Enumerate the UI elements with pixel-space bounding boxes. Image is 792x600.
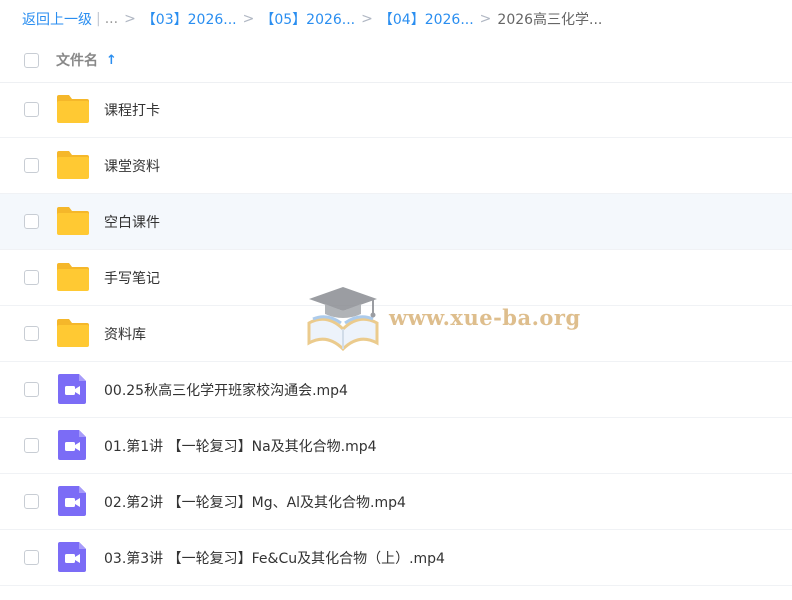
file-name[interactable]: 课堂资料	[104, 156, 160, 176]
list-item[interactable]: 02.第2讲 【一轮复习】Mg、Al及其化合物.mp4	[0, 474, 792, 530]
file-list: 课程打卡 课堂资料 空白课件 手写笔记 资料库 00.25秋高三化学开班家校沟通	[0, 82, 792, 586]
file-name[interactable]: 空白课件	[104, 212, 160, 232]
file-name[interactable]: 03.第3讲 【一轮复习】Fe&Cu及其化合物（上）.mp4	[104, 548, 445, 568]
file-name[interactable]: 手写笔记	[104, 268, 160, 288]
file-name[interactable]: 00.25秋高三化学开班家校沟通会.mp4	[104, 380, 348, 400]
breadcrumb-separator: >	[124, 11, 136, 27]
list-item[interactable]: 课堂资料	[0, 138, 792, 194]
list-item[interactable]: 03.第3讲 【一轮复习】Fe&Cu及其化合物（上）.mp4	[0, 530, 792, 586]
row-checkbox[interactable]	[24, 270, 39, 285]
filename-column-label: 文件名	[56, 53, 98, 69]
list-item[interactable]: 01.第1讲 【一轮复习】Na及其化合物.mp4	[0, 418, 792, 474]
row-checkbox[interactable]	[24, 382, 39, 397]
video-file-icon	[55, 428, 91, 462]
list-item[interactable]: 资料库	[0, 306, 792, 362]
select-all-checkbox[interactable]	[24, 52, 39, 68]
row-checkbox[interactable]	[24, 214, 39, 229]
folder-icon	[55, 92, 91, 126]
breadcrumb-separator: >	[361, 11, 373, 27]
breadcrumb-item-1[interactable]: 【03】2026...	[142, 9, 237, 29]
breadcrumb-separator: >	[479, 11, 492, 27]
breadcrumb-current: 2026高三化学...	[497, 12, 603, 28]
list-item[interactable]: 00.25秋高三化学开班家校沟通会.mp4	[0, 362, 792, 418]
row-checkbox[interactable]	[24, 158, 39, 173]
folder-icon	[55, 316, 91, 350]
file-name[interactable]: 01.第1讲 【一轮复习】Na及其化合物.mp4	[104, 436, 377, 456]
breadcrumb-separator: >	[242, 11, 255, 27]
row-checkbox[interactable]	[24, 494, 39, 509]
list-item[interactable]: 手写笔记	[0, 250, 792, 306]
video-file-icon	[55, 540, 91, 574]
breadcrumb-item-2[interactable]: 【05】2026...	[260, 9, 355, 29]
breadcrumb-item-3[interactable]: 【04】2026...	[379, 9, 474, 29]
filename-column-header[interactable]: 文件名 ↑	[56, 50, 117, 70]
video-file-icon	[55, 372, 91, 406]
breadcrumb: 返回上一级 | ... > 【03】2026... > 【05】2026... …	[22, 0, 792, 38]
file-list-header: 文件名 ↑	[0, 38, 792, 83]
row-checkbox[interactable]	[24, 438, 39, 453]
breadcrumb-pipe: |	[96, 11, 101, 27]
folder-icon	[55, 204, 91, 238]
row-checkbox[interactable]	[24, 326, 39, 341]
row-checkbox[interactable]	[24, 550, 39, 565]
file-name[interactable]: 资料库	[104, 324, 146, 344]
breadcrumb-ellipsis[interactable]: ...	[105, 11, 118, 27]
list-item[interactable]: 课程打卡	[0, 82, 792, 138]
folder-icon	[55, 260, 91, 294]
video-file-icon	[55, 484, 91, 518]
folder-icon	[55, 148, 91, 182]
back-link[interactable]: 返回上一级	[22, 9, 92, 29]
row-checkbox[interactable]	[24, 102, 39, 117]
file-name[interactable]: 课程打卡	[104, 100, 160, 120]
file-name[interactable]: 02.第2讲 【一轮复习】Mg、Al及其化合物.mp4	[104, 492, 406, 512]
list-item[interactable]: 空白课件	[0, 194, 792, 250]
sort-ascending-icon[interactable]: ↑	[106, 53, 117, 68]
